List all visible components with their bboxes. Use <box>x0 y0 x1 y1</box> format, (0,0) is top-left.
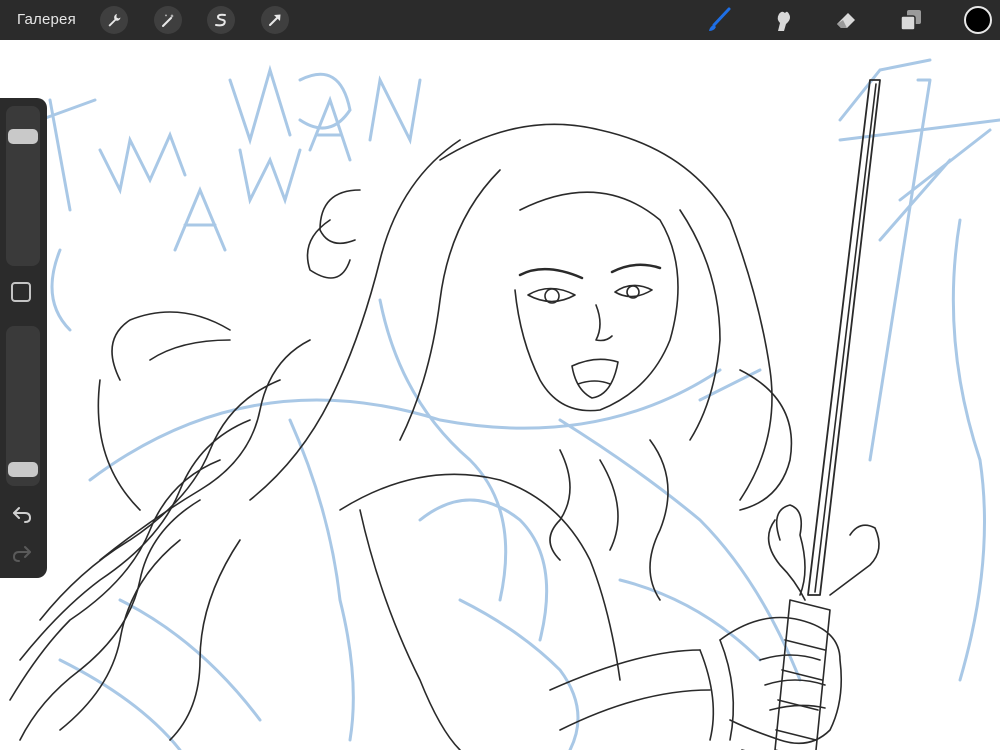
actions-button[interactable] <box>100 6 128 34</box>
layers-button[interactable] <box>897 6 925 34</box>
selection-button[interactable] <box>207 6 235 34</box>
adjustments-button[interactable] <box>154 6 182 34</box>
brush-size-slider[interactable] <box>6 106 40 266</box>
paint-tool-button[interactable] <box>705 6 733 34</box>
modify-button-icon[interactable] <box>11 282 31 302</box>
smudge-tool-button[interactable] <box>768 6 796 34</box>
blue-sketch-layer <box>38 58 1000 750</box>
left-sidebar <box>0 98 47 578</box>
gallery-button[interactable]: Галерея <box>17 11 76 28</box>
brush-size-slider-thumb[interactable] <box>8 129 38 145</box>
opacity-slider-thumb[interactable] <box>8 461 38 477</box>
smudge-icon <box>777 11 790 31</box>
brush-icon <box>709 7 731 31</box>
color-picker-button[interactable] <box>964 6 992 34</box>
transform-button[interactable] <box>261 6 289 34</box>
top-toolbar: Галерея <box>0 0 1000 40</box>
ink-lineart-layer <box>9 78 932 750</box>
wrench-icon <box>108 14 121 27</box>
redo-icon[interactable] <box>11 542 33 564</box>
magic-wand-icon <box>162 14 174 27</box>
drawing-canvas[interactable] <box>0 40 1000 750</box>
erase-tool-button[interactable] <box>832 6 860 34</box>
transform-arrow-icon <box>269 14 281 26</box>
layers-icon <box>900 10 921 31</box>
undo-icon[interactable] <box>11 503 33 525</box>
selection-s-icon <box>215 13 226 27</box>
eraser-icon <box>837 13 855 28</box>
opacity-slider[interactable] <box>6 326 40 486</box>
